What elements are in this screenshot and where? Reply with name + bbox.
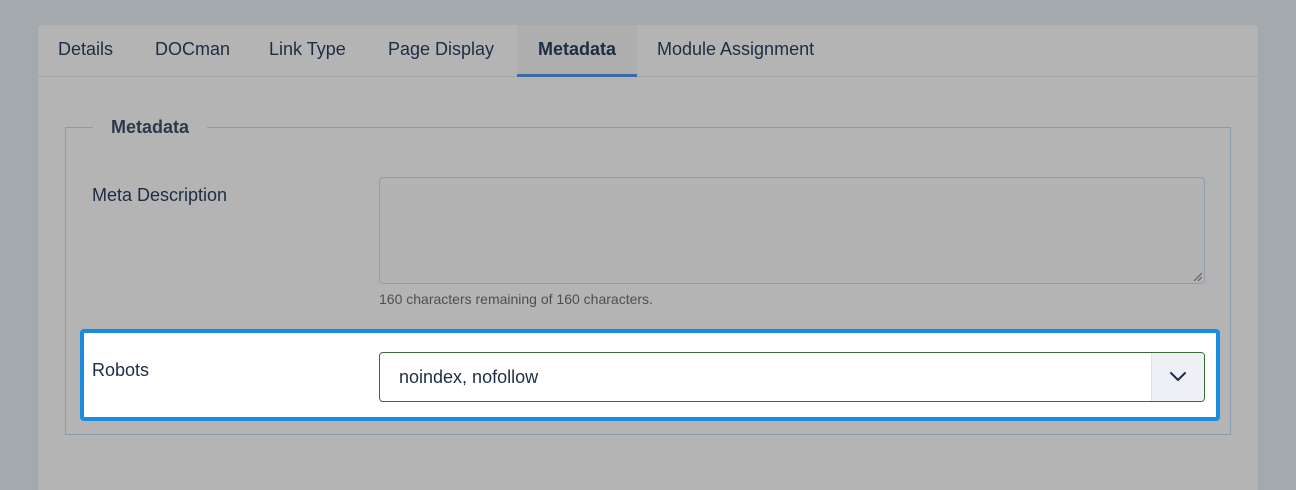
tab-docman[interactable]: DOCman — [155, 25, 230, 77]
resize-grip-icon[interactable] — [1193, 272, 1202, 281]
tab-metadata[interactable]: Metadata — [517, 25, 637, 77]
robots-label: Robots — [92, 360, 150, 380]
fieldset-legend: Metadata — [93, 115, 208, 139]
robots-select[interactable]: noindex, nofollow — [379, 352, 1205, 402]
tab-module-assignment[interactable]: Module Assignment — [657, 25, 814, 77]
meta-description-textarea[interactable] — [379, 177, 1205, 284]
tab-details[interactable]: Details — [58, 25, 113, 77]
select-arrow[interactable] — [1151, 353, 1204, 401]
chevron-down-icon — [1170, 372, 1186, 381]
tab-page-display[interactable]: Page Display — [388, 25, 494, 77]
tab-link-type[interactable]: Link Type — [269, 25, 346, 77]
meta-description-label: Meta Description — [92, 185, 228, 205]
tab-bar: Details DOCman Link Type Page Display Me… — [38, 25, 1258, 77]
meta-description-char-counter: 160 characters remaining of 160 characte… — [379, 291, 653, 307]
menu-item-edit-panel: Details DOCman Link Type Page Display Me… — [38, 25, 1258, 490]
robots-selected-value: noindex, nofollow — [399, 367, 539, 387]
